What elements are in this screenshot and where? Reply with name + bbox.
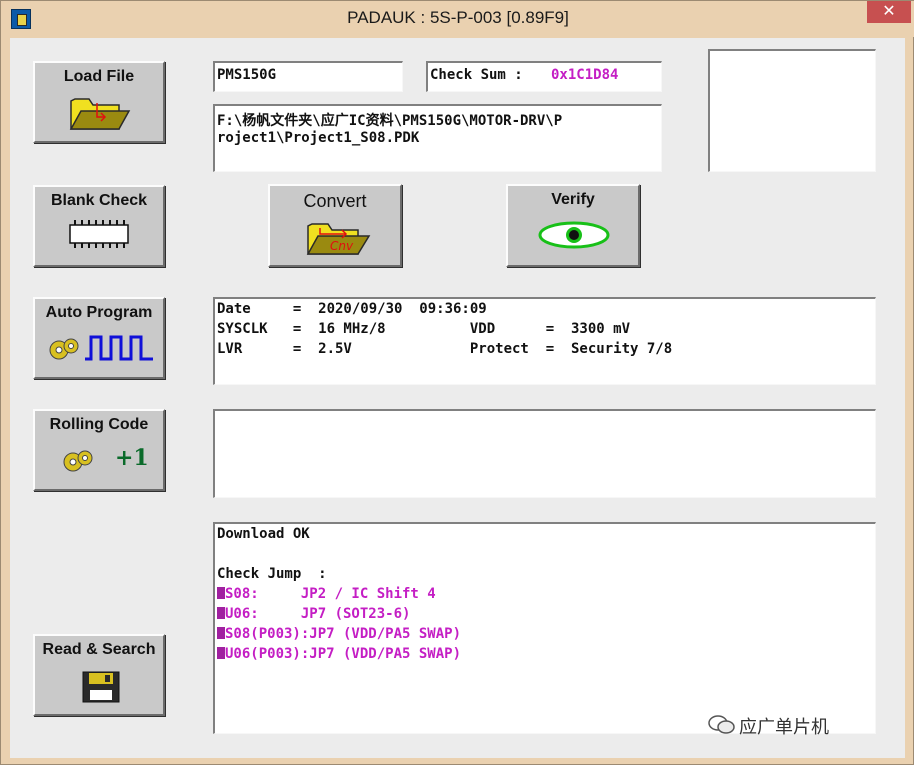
- blank-check-label: Blank Check: [50, 192, 148, 209]
- close-button[interactable]: ✕: [867, 1, 911, 23]
- verify-label: Verify: [551, 191, 595, 208]
- bullet-icon: [217, 587, 225, 599]
- blank-check-button[interactable]: Blank Check: [33, 185, 165, 267]
- ic-name-value: PMS150G: [217, 67, 277, 83]
- log-line-u06: U06: JP7 (SOT23-6): [217, 606, 410, 622]
- rolling-code-label: Rolling Code: [49, 416, 149, 433]
- rolling-code-panel: [213, 409, 876, 498]
- read-search-button[interactable]: Read & Search: [33, 634, 165, 716]
- square-wave-icon: [85, 335, 153, 361]
- gear-icon: [63, 450, 93, 472]
- window-title: PADAUK : 5S-P-003 [0.89F9]: [347, 8, 569, 27]
- checksum-field: Check Sum : 0x1C1D84: [426, 61, 662, 92]
- log-output-panel: Download OK Check Jump : S08: JP2 / IC S…: [213, 522, 876, 734]
- info-line-sysclk: SYSCLK = 16 MHz/8 VDD = 3300 mV: [217, 321, 631, 337]
- verify-button[interactable]: Verify: [506, 184, 640, 267]
- preview-panel: [708, 49, 876, 172]
- convert-label: Convert: [303, 191, 367, 211]
- rolling-code-increment: +1: [115, 445, 149, 471]
- chip-icon: [69, 220, 129, 248]
- info-line-lvr: LVR = 2.5V Protect = Security 7/8: [217, 341, 673, 357]
- log-line-check-jump: Check Jump :: [217, 566, 327, 582]
- read-search-label: Read & Search: [42, 641, 156, 658]
- auto-program-button[interactable]: Auto Program: [33, 297, 165, 379]
- file-path-line-1: F:\杨帆文件夹\应广IC资料\PMS150G\MOTOR-DRV\P: [217, 113, 563, 129]
- info-line-date: Date = 2020/09/30 09:36:09: [217, 301, 487, 317]
- bullet-icon: [217, 627, 225, 639]
- checksum-label: Check Sum :: [430, 67, 523, 83]
- program-window: PADAUK : 5S-P-003 [0.89F9] ✕ Load File P…: [0, 0, 914, 765]
- watermark-text: 应广单片机: [739, 717, 829, 738]
- bullet-icon: [217, 647, 225, 659]
- gear-icon: [49, 338, 79, 360]
- folder-open-icon: [69, 98, 131, 130]
- floppy-disk-icon: [82, 671, 120, 703]
- client-area: Load File PMS150G Check Sum : 0x1C1D84 F…: [10, 38, 905, 758]
- log-line-download: Download OK: [217, 526, 310, 542]
- wechat-icon: [708, 715, 735, 734]
- checksum-value: 0x1C1D84: [551, 67, 619, 83]
- convert-icon-text: Cnv: [330, 239, 354, 253]
- device-info-panel: Date = 2020/09/30 09:36:09 SYSCLK = 16 M…: [213, 297, 876, 385]
- convert-folder-icon: Cnv: [306, 223, 371, 255]
- title-bar[interactable]: PADAUK : 5S-P-003 [0.89F9] ✕: [1, 1, 914, 37]
- log-line-u06-p003: U06(P003):JP7 (VDD/PA5 SWAP): [217, 646, 461, 662]
- load-file-label: Load File: [63, 68, 135, 85]
- log-line-s08: S08: JP2 / IC Shift 4: [217, 586, 436, 602]
- file-path-field: F:\杨帆文件夹\应广IC资料\PMS150G\MOTOR-DRV\P roje…: [213, 104, 662, 172]
- file-path-line-2: roject1\Project1_S08.PDK: [217, 130, 420, 146]
- ic-name-field: PMS150G: [213, 61, 403, 92]
- bullet-icon: [217, 607, 225, 619]
- load-file-button[interactable]: Load File: [33, 61, 165, 143]
- rolling-code-button[interactable]: Rolling Code +1: [33, 409, 165, 491]
- eye-icon: [538, 221, 610, 249]
- convert-button[interactable]: Convert Cnv: [268, 184, 402, 267]
- auto-program-label: Auto Program: [45, 304, 153, 321]
- log-line-s08-p003: S08(P003):JP7 (VDD/PA5 SWAP): [217, 626, 461, 642]
